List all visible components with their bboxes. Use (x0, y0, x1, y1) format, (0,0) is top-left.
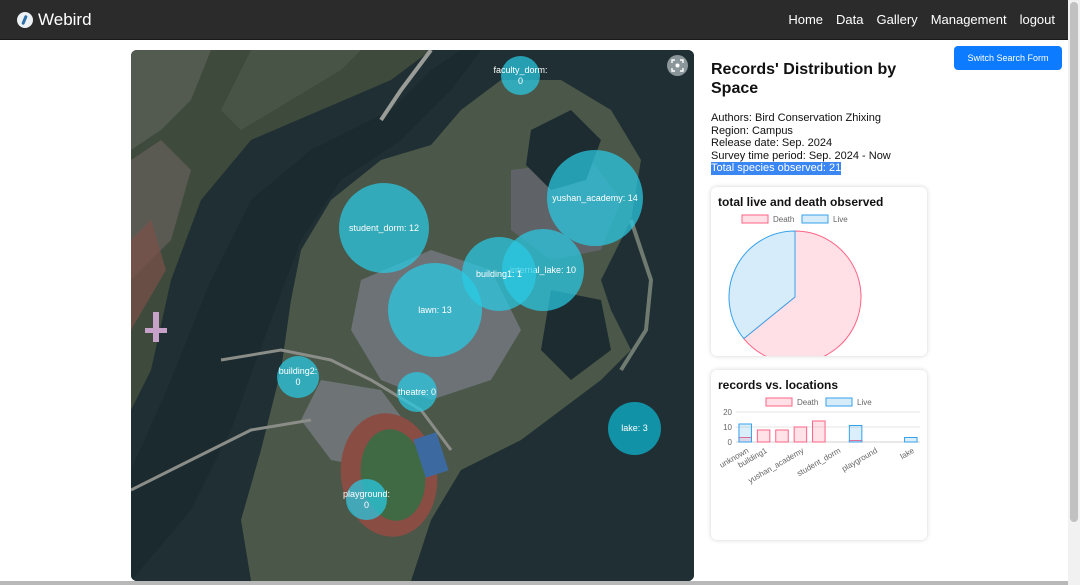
page-title: Records' Distribution by Space (711, 61, 897, 97)
bar-chart-card: records vs. locations Death Live 0 10 20 u… (711, 370, 927, 540)
feather-logo-icon (17, 12, 33, 28)
map-bubble-student-dorm[interactable]: student_dorm: 12 (339, 183, 429, 273)
bar-legend-live-label: Live (857, 398, 872, 407)
dataset-meta: Authors: Bird Conservation Zhixing Regio… (711, 112, 931, 175)
survey-period-text: Survey time period: Sep. 2024 - Now (711, 149, 891, 162)
page-scrollbar[interactable] (1068, 0, 1080, 585)
bar-live[interactable] (848, 425, 863, 443)
y-tick-label: 0 (728, 438, 733, 447)
bar-death[interactable] (756, 429, 771, 443)
legend-death-label: Death (773, 215, 794, 224)
navbar: Webird Home Data Gallery Management logo… (0, 0, 1068, 40)
y-tick-label: 20 (723, 408, 732, 417)
nav-menu: Home Data Gallery Management logout (788, 12, 1055, 27)
bar-live[interactable] (904, 437, 918, 443)
window-bottom-edge (0, 581, 1068, 585)
nav-logout-link[interactable]: logout (1020, 12, 1055, 27)
bar-chart: Death Live 01020 unknownbuilding1yushan_… (718, 397, 920, 485)
nav-management-link[interactable]: Management (931, 12, 1007, 27)
authors-text: Authors: Bird Conservation Zhixing (711, 112, 881, 124)
map-bubble-lake[interactable]: lake: 3 (608, 402, 661, 455)
map-bubble-building2[interactable]: building2: 0 (277, 356, 319, 398)
viewport: Webird Home Data Gallery Management logo… (0, 0, 1068, 581)
map-bubble-yushan-academy[interactable]: yushan_academy: 14 (547, 150, 643, 246)
map-bubble-theatre[interactable]: theatre: 0 (397, 372, 437, 412)
pie-chart-card: total live and death observed Death Live (711, 187, 927, 356)
release-date-text: Release date: Sep. 2024 (711, 137, 833, 150)
expand-icon (671, 59, 684, 72)
legend-death-swatch[interactable] (741, 214, 769, 224)
region-text: Region: Campus (711, 124, 793, 137)
campus-map[interactable]: faculty_dorm: 0 yushan_academy: 14 stude… (131, 50, 694, 581)
switch-search-form-button[interactable]: Switch Search Form (954, 46, 1062, 70)
x-tick-label: lake (899, 446, 917, 461)
legend-live-swatch[interactable] (801, 214, 829, 224)
bar-legend-death-label: Death (797, 398, 818, 407)
bar-legend-death-swatch[interactable] (765, 397, 793, 407)
brand-link[interactable]: Webird (17, 9, 92, 31)
map-bubble-faculty-dorm[interactable]: faculty_dorm: 0 (493, 56, 548, 95)
nav-data-link[interactable]: Data (836, 12, 863, 27)
scrollbar-thumb[interactable] (1070, 2, 1078, 522)
bar-death[interactable] (812, 420, 826, 443)
nav-gallery-link[interactable]: Gallery (877, 12, 918, 27)
fullscreen-button[interactable] (667, 55, 688, 76)
bar-death[interactable] (775, 429, 789, 443)
y-tick-label: 10 (723, 423, 732, 432)
pie-chart: Death Live (728, 214, 862, 356)
nav-home-link[interactable]: Home (788, 12, 823, 27)
map-bubble-playground[interactable]: playground: 0 (343, 479, 390, 520)
map-bubble-lawn[interactable]: lawn: 13 (388, 263, 482, 357)
bar-death[interactable] (793, 426, 808, 443)
x-tick-label: playground (840, 446, 879, 474)
bar-live[interactable] (738, 423, 752, 443)
brand-name: Webird (38, 10, 92, 29)
species-count-text: Total species observed: 21 (711, 162, 842, 175)
info-panel: Records' Distribution by Space Authors: … (711, 60, 931, 175)
bar-legend-live-swatch[interactable] (825, 397, 853, 407)
legend-live-label: Live (833, 215, 848, 224)
